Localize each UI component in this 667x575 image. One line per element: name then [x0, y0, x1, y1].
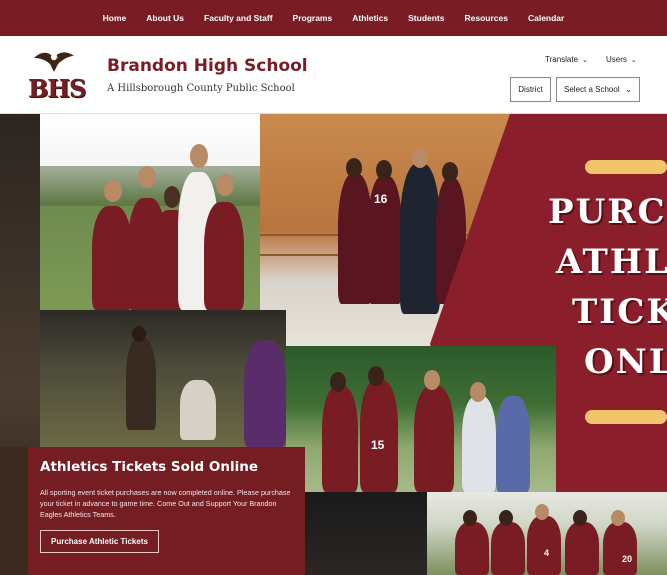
banner-line-1: PURC [548, 192, 667, 232]
jersey-number: 16 [374, 192, 388, 206]
hero-photo-track-athletes [40, 310, 286, 447]
district-button[interactable]: District [510, 77, 551, 102]
main-navigation: Home About Us Faculty and Staff Programs… [0, 0, 667, 36]
nav-item-calendar[interactable]: Calendar [518, 13, 574, 23]
translate-label: Translate [545, 55, 579, 64]
banner-line-3: TICK [572, 292, 667, 332]
nav-item-students[interactable]: Students [398, 13, 454, 23]
jersey-number: 20 [622, 554, 633, 564]
nav-item-athletics[interactable]: Athletics [342, 13, 398, 23]
nav-list: Home About Us Faculty and Staff Programs… [93, 13, 575, 23]
nav-item-resources[interactable]: Resources [455, 13, 518, 23]
users-menu[interactable]: Users ⌄ [606, 55, 637, 64]
site-header: BHS Brandon High School A Hillsborough C… [0, 36, 667, 114]
hero-photo-lower-middle [305, 492, 427, 575]
chevron-down-icon: ⌄ [582, 56, 588, 64]
translate-menu[interactable]: Translate ⌄ [545, 55, 588, 64]
school-subtitle: A Hillsborough County Public School [107, 83, 295, 94]
nav-item-about-us[interactable]: About Us [136, 13, 194, 23]
school-logo[interactable]: BHS [28, 48, 86, 106]
banner-line-4: ONL [584, 342, 667, 382]
nav-item-home[interactable]: Home [93, 13, 137, 23]
purchase-tickets-button[interactable]: Purchase Athletic Tickets [40, 530, 159, 553]
hero-banner[interactable]: PURC ATHL TICK ONL 16 15 4 20 Athletics … [0, 114, 667, 575]
hero-photo-softball-team [286, 346, 556, 492]
hero-photo-golf-team [40, 114, 260, 310]
select-school-label: Select a School [564, 85, 620, 94]
chevron-down-icon: ⌄ [630, 56, 637, 64]
jersey-number: 4 [544, 548, 550, 558]
hero-caption-panel: Athletics Tickets Sold Online All sporti… [28, 447, 305, 575]
eagle-icon [34, 52, 74, 72]
jersey-number: 15 [371, 438, 385, 452]
users-label: Users [606, 55, 627, 64]
school-name[interactable]: Brandon High School [107, 56, 308, 76]
logo-text: BHS [28, 74, 86, 103]
hero-title: Athletics Tickets Sold Online [40, 459, 259, 475]
chevron-down-icon: ⌄ [625, 85, 632, 94]
hero-description: All sporting event ticket purchases are … [40, 488, 291, 519]
select-school-dropdown[interactable]: Select a School ⌄ [556, 77, 640, 102]
banner-line-2: ATHL [556, 242, 667, 282]
nav-item-programs[interactable]: Programs [283, 13, 343, 23]
nav-item-faculty-and-staff[interactable]: Faculty and Staff [194, 13, 282, 23]
